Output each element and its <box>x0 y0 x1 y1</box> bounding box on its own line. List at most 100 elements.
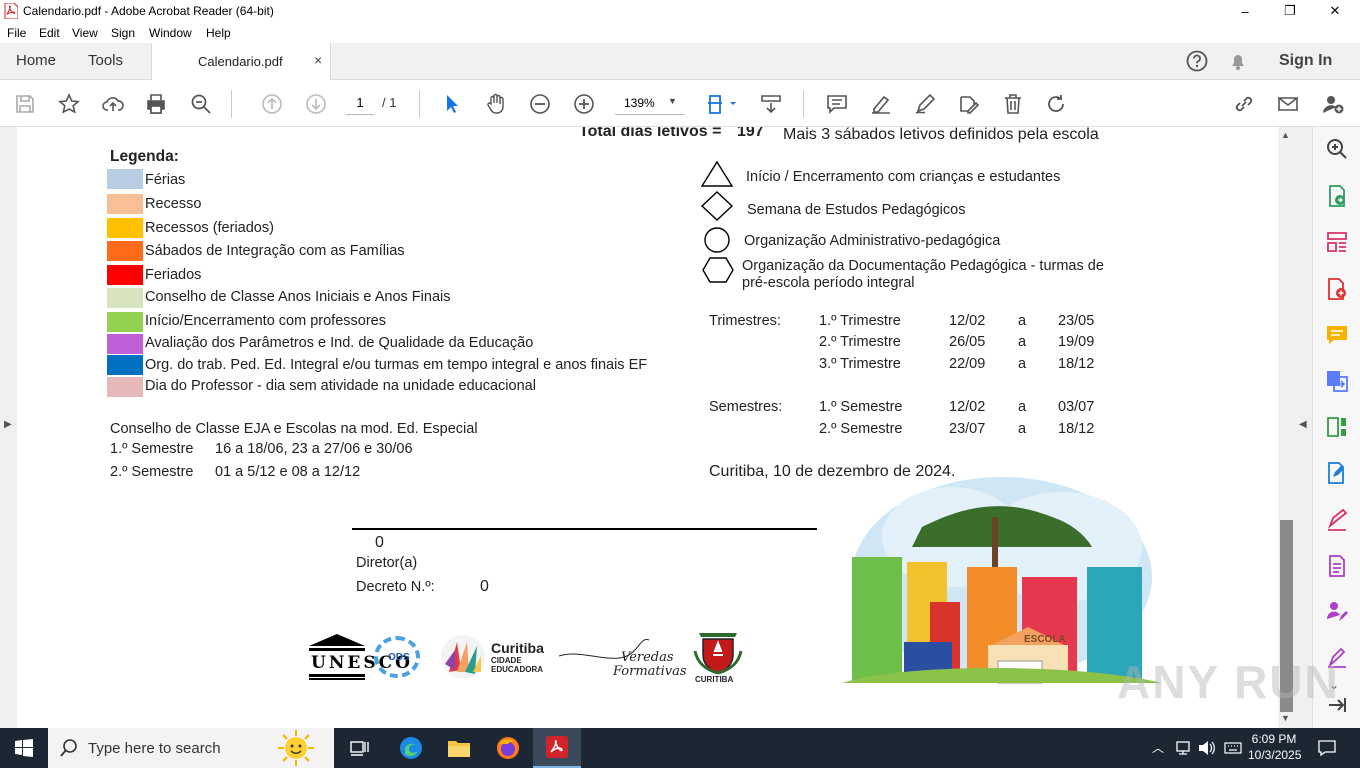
hand-tool-icon[interactable] <box>483 91 509 117</box>
file-explorer-icon[interactable] <box>435 728 483 768</box>
bookmark-star-icon[interactable] <box>56 91 82 117</box>
fill-sign-icon[interactable] <box>956 91 982 117</box>
eja-period-name: 1.º Semestre <box>110 441 194 457</box>
scroll-up-icon[interactable]: ▲ <box>1281 130 1290 140</box>
upload-cloud-icon[interactable] <box>100 91 126 117</box>
notification-bell-icon[interactable] <box>1228 51 1248 71</box>
print-icon[interactable] <box>143 91 169 117</box>
highlight-pen-icon[interactable] <box>868 91 894 117</box>
legend-label: Recessos (feriados) <box>145 220 274 236</box>
formativas-text: Formativas <box>613 664 687 679</box>
legend-label: Férias <box>145 172 186 188</box>
total-days-label: Total dias letivos = <box>579 127 722 140</box>
clock-date: 10/3/2025 <box>1248 748 1302 762</box>
zoom-level-select[interactable]: 139% ▼ <box>615 93 685 115</box>
signature-value: 0 <box>375 534 384 551</box>
curitiba-educadora-logo-mark <box>439 634 487 680</box>
task-view-icon[interactable] <box>336 728 384 768</box>
legend-swatch <box>107 218 143 238</box>
previous-page-icon[interactable] <box>259 91 285 117</box>
chevron-down-icon: ▼ <box>668 96 677 106</box>
system-clock[interactable]: 6:09 PM 10/3/2025 <box>1248 731 1302 763</box>
scroll-mode-icon[interactable] <box>758 91 784 117</box>
period-name: 2.º Trimestre <box>819 334 901 350</box>
symbol-label: Semana de Estudos Pedagógicos <box>747 202 966 218</box>
right-tools-panel: ⌄ <box>1313 127 1360 728</box>
legend-swatch <box>107 241 143 261</box>
fit-page-icon[interactable] <box>703 91 739 117</box>
notification-center-icon[interactable] <box>1318 739 1336 757</box>
hexagon-icon <box>702 257 734 283</box>
period-start: 12/02 <box>949 399 986 415</box>
rotate-icon[interactable] <box>1043 91 1069 117</box>
comment-icon[interactable] <box>824 91 850 117</box>
menu-help[interactable]: Help <box>206 26 231 40</box>
sun-weather-icon <box>278 730 314 766</box>
veredas-text: Veredas <box>621 650 674 665</box>
triangle-icon <box>700 160 734 187</box>
close-button[interactable]: ✕ <box>1312 0 1358 22</box>
keyboard-ime-icon[interactable] <box>1224 740 1242 756</box>
next-page-icon[interactable] <box>303 91 329 117</box>
menu-file[interactable]: File <box>7 26 26 40</box>
menu-edit[interactable]: Edit <box>39 26 60 40</box>
edge-browser-icon[interactable] <box>387 728 435 768</box>
compress-pdf-icon[interactable] <box>1325 415 1349 439</box>
expand-left-panel-icon[interactable]: ▶ <box>4 419 12 430</box>
request-signature-icon[interactable] <box>1325 599 1349 623</box>
legend-swatch <box>107 377 143 397</box>
create-pdf-icon[interactable] <box>1325 277 1349 301</box>
educadora-logo-text: EDUCADORA <box>491 665 543 674</box>
zoom-in-icon[interactable] <box>571 91 597 117</box>
extra-saturdays-note: Mais 3 sábados letivos definidos pela es… <box>783 127 1099 143</box>
legend-title: Legenda: <box>110 148 179 165</box>
window-title: Calendario.pdf - Adobe Acrobat Reader (6… <box>23 4 274 18</box>
comment-tool-icon[interactable] <box>1325 323 1349 347</box>
menu-window[interactable]: Window <box>149 26 192 40</box>
save-icon[interactable] <box>12 91 38 117</box>
organize-pages-icon[interactable] <box>1325 230 1349 254</box>
tab-document[interactable]: Calendario.pdf × <box>151 43 331 81</box>
export-pdf-icon[interactable] <box>1325 184 1349 208</box>
minimize-button[interactable]: – <box>1222 0 1268 22</box>
tab-tools[interactable]: Tools <box>88 52 123 69</box>
fill-and-sign-icon[interactable] <box>1325 508 1349 532</box>
windows-start-icon[interactable] <box>0 728 48 768</box>
menu-sign[interactable]: Sign <box>111 26 135 40</box>
draw-pencil-icon[interactable] <box>912 91 938 117</box>
delete-trash-icon[interactable] <box>1000 91 1026 117</box>
combine-files-icon[interactable] <box>1325 369 1349 393</box>
acrobat-taskbar-icon[interactable] <box>533 728 581 768</box>
collapse-right-panel-icon[interactable]: ◀ <box>1299 419 1307 430</box>
sign-in-link[interactable]: Sign In <box>1279 52 1332 70</box>
help-icon[interactable] <box>1186 50 1208 72</box>
zoom-out-icon[interactable] <box>527 91 553 117</box>
taskbar-search-box[interactable]: Type here to search <box>48 728 334 768</box>
edit-pdf-icon[interactable] <box>1325 461 1349 485</box>
network-icon[interactable] <box>1176 740 1190 756</box>
tab-home[interactable]: Home <box>16 52 56 69</box>
tab-bar: Home Tools Calendario.pdf × Sign In <box>0 43 1360 81</box>
page-number-input[interactable]: 1 <box>346 93 374 115</box>
search-zoom-icon[interactable] <box>1325 137 1349 161</box>
menu-view[interactable]: View <box>72 26 98 40</box>
legend-label: Conselho de Classe Anos Iniciais e Anos … <box>145 289 451 305</box>
account-add-icon[interactable] <box>1320 91 1346 117</box>
legend-swatch <box>107 355 143 375</box>
select-cursor-icon[interactable] <box>439 91 465 117</box>
share-link-icon[interactable] <box>1231 91 1257 117</box>
period-sep: a <box>1018 356 1027 372</box>
period-sep: a <box>1018 334 1027 350</box>
tab-close-button[interactable]: × <box>314 52 322 68</box>
tray-chevron-up-icon[interactable]: ︿ <box>1152 739 1164 756</box>
zoom-search-icon[interactable] <box>188 91 214 117</box>
email-icon[interactable] <box>1275 91 1301 117</box>
period-sep: a <box>1018 399 1027 415</box>
decree-value: 0 <box>480 578 489 595</box>
document-page-icon[interactable] <box>1325 554 1349 578</box>
maximize-button[interactable]: ❐ <box>1267 0 1313 22</box>
symbol-label: Organização da Documentação Pedagógica -… <box>742 258 1104 274</box>
scroll-down-icon[interactable]: ▼ <box>1281 713 1290 723</box>
volume-icon[interactable] <box>1198 740 1216 756</box>
firefox-icon[interactable] <box>484 728 532 768</box>
